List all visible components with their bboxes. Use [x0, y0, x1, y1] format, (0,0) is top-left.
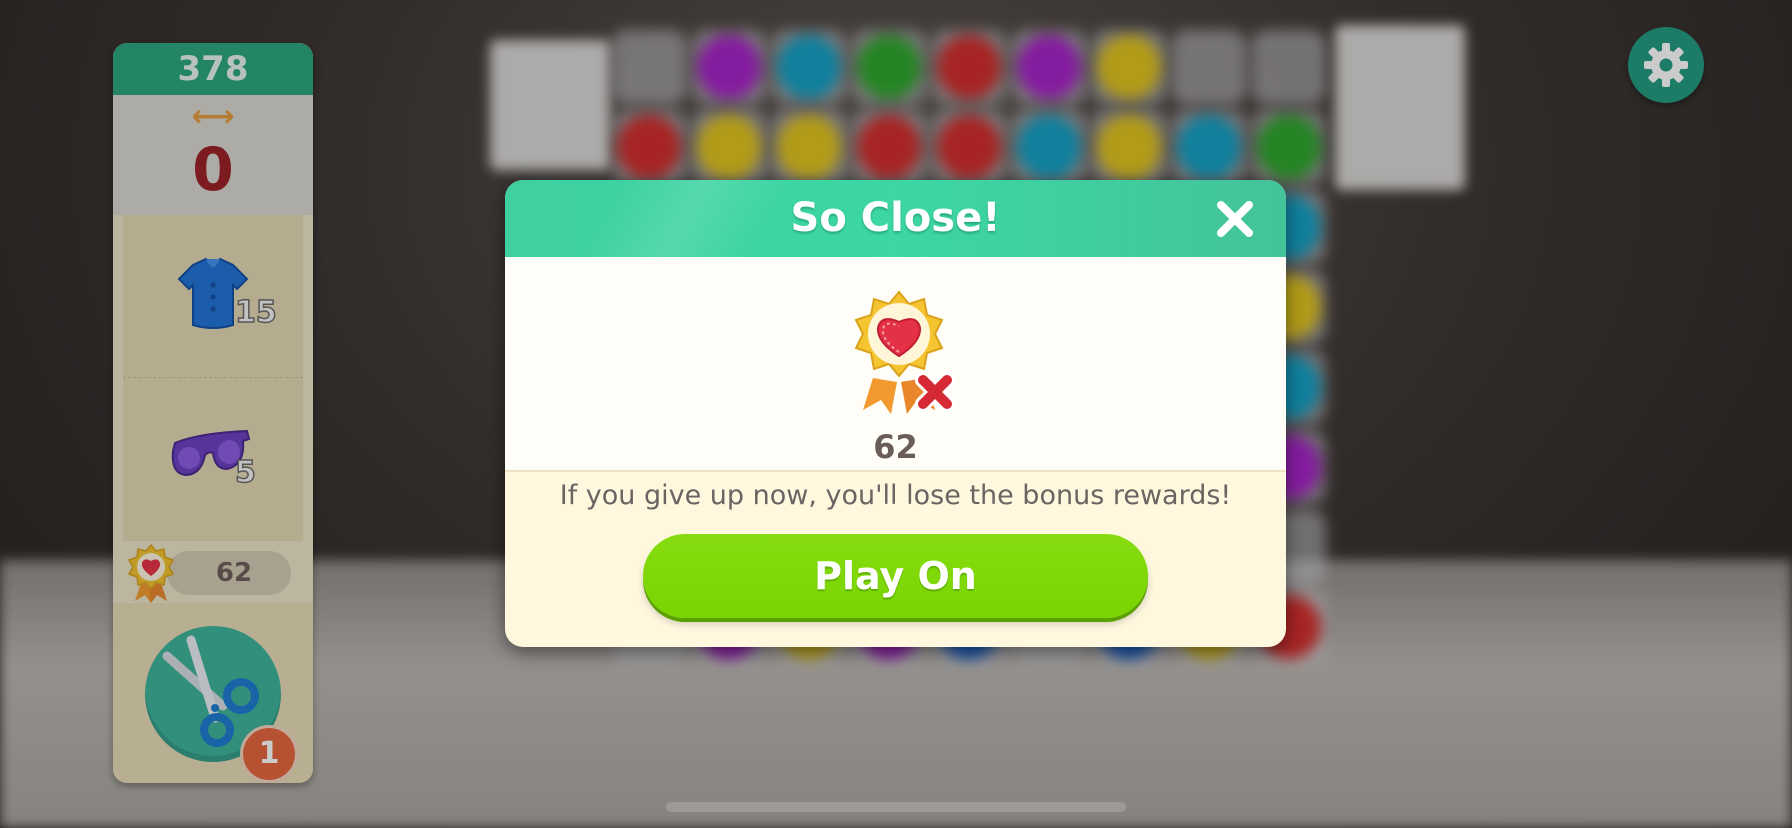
so-close-dialog: So Close! 62 If you give up now, you'll …	[505, 180, 1286, 647]
lost-heart-medal-icon	[854, 290, 955, 414]
close-icon[interactable]	[1213, 197, 1257, 241]
dialog-medal-count: 62	[873, 428, 918, 466]
dialog-header: So Close!	[505, 180, 1286, 257]
home-indicator[interactable]	[666, 802, 1126, 812]
dialog-title: So Close!	[790, 195, 1001, 241]
dialog-reward-area: 62	[505, 257, 1286, 472]
play-on-button[interactable]: Play On	[643, 534, 1148, 618]
lose-rewards-warning: If you give up now, you'll lose the bonu…	[559, 480, 1232, 511]
